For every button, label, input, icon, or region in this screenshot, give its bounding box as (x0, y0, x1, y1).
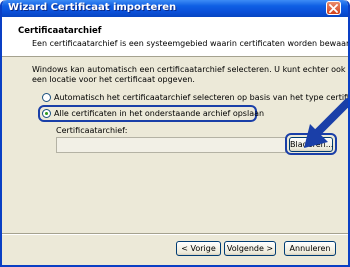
description-line-1: Windows kan automatisch een certificaata… (32, 65, 350, 74)
radio-manual[interactable] (42, 109, 51, 118)
option-manual-store[interactable]: Alle certificaten in het onderstaande ar… (42, 109, 264, 118)
store-field (56, 137, 286, 153)
page-subtitle: Een certificaatarchief is een systeemgeb… (32, 39, 350, 48)
page-title: Certificaatarchief (18, 26, 102, 36)
radio-auto[interactable] (42, 93, 51, 102)
arrow-icon (304, 98, 348, 148)
next-button[interactable]: Volgende > (224, 241, 276, 256)
close-button[interactable] (326, 1, 341, 15)
title-bar[interactable]: Wizard Certificaat importeren (2, 0, 348, 17)
store-label: Certificaatarchief: (56, 126, 128, 135)
cancel-button[interactable]: Annuleren (284, 241, 336, 256)
description-line-2: een locatie voor het certificaat opgeven… (32, 75, 195, 84)
window-title: Wizard Certificaat importeren (8, 2, 177, 13)
footer-divider (2, 233, 348, 235)
wizard-header: Certificaatarchief Een certificaatarchie… (2, 17, 348, 57)
wizard-window: Wizard Certificaat importeren Certificaa… (0, 0, 350, 267)
close-icon (329, 4, 338, 13)
back-button[interactable]: < Vorige (176, 241, 221, 256)
option-manual-label: Alle certificaten in het onderstaande ar… (54, 109, 265, 118)
